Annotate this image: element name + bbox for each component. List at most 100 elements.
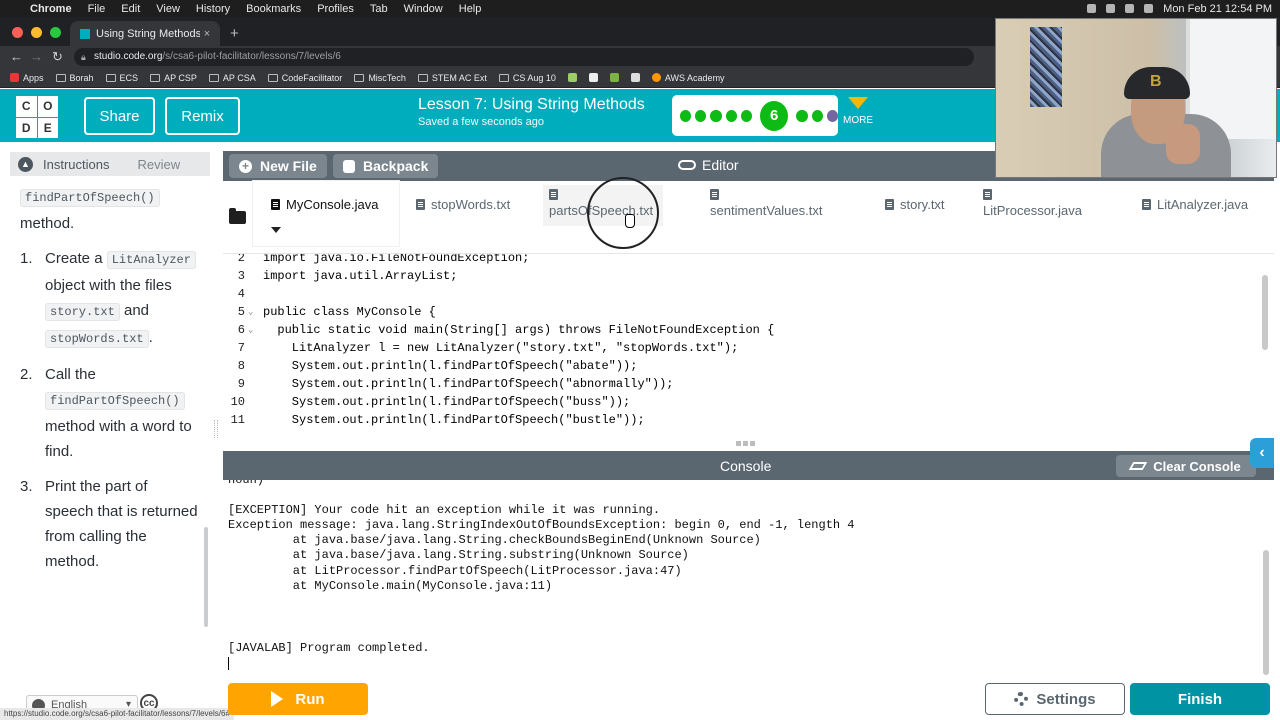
code-line[interactable]: 9 System.out.println(l.findPartOfSpeech(…: [223, 375, 1269, 393]
fold-icon[interactable]: ⌄: [248, 321, 253, 339]
menu-view[interactable]: View: [156, 3, 180, 15]
bookmark-grid[interactable]: [588, 73, 598, 82]
code-line[interactable]: 6 ⌄ public static void main(String[] args…: [223, 321, 1269, 339]
level-dot-7[interactable]: [796, 109, 808, 122]
line-number: 9: [237, 377, 245, 391]
bookmark-label: AP CSP: [164, 72, 197, 83]
share-button[interactable]: Share: [84, 97, 155, 135]
current-level[interactable]: 6: [760, 100, 789, 131]
file-tab-story[interactable]: story.txt: [885, 197, 945, 212]
collapse-icon[interactable]: ▲: [18, 156, 33, 172]
code-line[interactable]: 11 System.out.println(l.findPartOfSpeech…: [223, 411, 1269, 429]
level-dot-1[interactable]: [680, 109, 692, 122]
bookmark-ap-csa[interactable]: AP CSA: [208, 73, 256, 83]
menu-window[interactable]: Window: [404, 3, 443, 15]
search-icon[interactable]: [1144, 4, 1154, 13]
link-icon: [678, 160, 696, 170]
menu-file[interactable]: File: [88, 3, 106, 15]
close-tab-icon[interactable]: ×: [200, 28, 214, 40]
code-logo[interactable]: C O D E: [16, 96, 58, 138]
bookmark-stem-ac-ext[interactable]: STEM AC Ext: [417, 73, 487, 83]
menu-profiles[interactable]: Profiles: [317, 3, 354, 15]
code-line[interactable]: 8 System.out.println(l.findPartOfSpeech(…: [223, 357, 1269, 375]
close-window-icon[interactable]: [12, 27, 23, 38]
wifi-icon[interactable]: [1106, 4, 1116, 13]
code-line[interactable]: 3 import java.util.ArrayList;: [223, 267, 1269, 285]
more-button[interactable]: MORE: [843, 95, 873, 126]
browser-tab[interactable]: Using String Methods #6 | Exp ×: [70, 21, 220, 46]
code-line[interactable]: 4: [223, 285, 1269, 303]
instructions-scrollbar[interactable]: [204, 527, 208, 627]
step-text: Print the part of speech that is returne…: [45, 478, 198, 570]
code-editor[interactable]: 2 import java.io.FileNotFoundException; 3…: [223, 254, 1269, 438]
level-dot-3[interactable]: [710, 109, 722, 122]
eraser-icon: [1128, 462, 1148, 470]
backpack-button[interactable]: Backpack: [333, 154, 439, 178]
forward-icon[interactable]: →: [30, 49, 43, 64]
remix-button[interactable]: Remix: [165, 97, 240, 135]
bookmark-apps[interactable]: Apps: [10, 73, 44, 83]
code-line[interactable]: 5 ⌄ public class MyConsole {: [223, 303, 1269, 321]
level-dot-2[interactable]: [695, 109, 707, 122]
chevron-down-icon[interactable]: [271, 227, 281, 233]
bookmark-ap-csp[interactable]: AP CSP: [150, 73, 197, 83]
bookmark-aws-academy[interactable]: AWS Academy: [651, 73, 725, 83]
panel-resize-handle[interactable]: [214, 420, 218, 438]
file-tab-litprocessor[interactable]: LitProcessor.java: [983, 189, 1082, 218]
editor-resize-handle[interactable]: [736, 441, 756, 446]
zoom-window-icon[interactable]: [50, 27, 61, 38]
file-tab-sentimentvalues[interactable]: sentimentValues.txt: [710, 189, 822, 218]
menu-app[interactable]: Chrome: [30, 3, 72, 15]
record-icon[interactable]: [1087, 4, 1097, 13]
back-icon[interactable]: ←: [10, 49, 23, 64]
chevron-left-icon[interactable]: ‹: [1250, 438, 1274, 468]
code-line[interactable]: 7 LitAnalyzer l = new LitAnalyzer("story…: [223, 339, 1269, 357]
finish-button[interactable]: Finish: [1130, 683, 1270, 715]
folder-icon[interactable]: [229, 208, 246, 224]
reload-icon[interactable]: ↻: [52, 49, 63, 65]
line-number: 3: [237, 269, 245, 283]
code-line[interactable]: 2 import java.io.FileNotFoundException;: [223, 254, 1269, 267]
bookmark-image[interactable]: [567, 73, 577, 82]
menu-bookmarks[interactable]: Bookmarks: [246, 3, 301, 15]
bookmark-ecs[interactable]: ECS: [105, 73, 138, 83]
code-line[interactable]: 10 System.out.println(l.findPartOfSpeech…: [223, 393, 1269, 411]
bookmark-codefacilitator[interactable]: CodeFacilitator: [267, 73, 342, 83]
console-output[interactable]: noun) [EXCEPTION] Your code hit an excep…: [223, 480, 1263, 672]
bookmark-doc[interactable]: [630, 73, 640, 82]
bookmark-misctech[interactable]: MiscTech: [354, 73, 406, 83]
new-tab-icon[interactable]: +: [230, 25, 239, 42]
code-text: import java.io.FileNotFoundException;: [263, 254, 530, 265]
code-text: System.out.println(l.findPartOfSpeech("b…: [263, 413, 645, 427]
level-dot-4[interactable]: [725, 109, 737, 122]
settings-button[interactable]: Settings: [985, 683, 1125, 715]
minimize-window-icon[interactable]: [31, 27, 42, 38]
volume-icon[interactable]: [1125, 4, 1135, 13]
code-text: LitAnalyzer l = new LitAnalyzer("story.t…: [263, 341, 739, 355]
run-button[interactable]: Run: [228, 683, 368, 715]
tab-instructions[interactable]: Instructions: [43, 157, 109, 172]
new-file-button[interactable]: + New File: [229, 154, 327, 178]
menu-help[interactable]: Help: [459, 3, 482, 15]
clock[interactable]: Mon Feb 21 12:54 PM: [1163, 3, 1272, 15]
file-tab-stopwords[interactable]: stopWords.txt: [416, 197, 510, 212]
tab-review[interactable]: Review: [137, 157, 180, 172]
clear-console-button[interactable]: Clear Console: [1116, 455, 1256, 477]
bookmark-c[interactable]: [609, 73, 619, 82]
file-tab-litanalyzer[interactable]: LitAnalyzer.java: [1142, 197, 1248, 212]
bookmark-borah[interactable]: Borah: [55, 73, 94, 83]
level-dot-5[interactable]: [740, 109, 753, 122]
file-tab-myconsole[interactable]: MyConsole.java: [271, 197, 379, 212]
menu-tab[interactable]: Tab: [370, 3, 388, 15]
menu-history[interactable]: History: [196, 3, 230, 15]
level-dot-9[interactable]: [826, 109, 838, 122]
editor-scrollbar[interactable]: [1262, 275, 1268, 350]
url-field[interactable]: 🔒︎ studio.code.org/s/csa6-pilot-facilita…: [74, 48, 974, 66]
menu-edit[interactable]: Edit: [121, 3, 140, 15]
console-scrollbar[interactable]: [1263, 550, 1269, 675]
step-text: object with the files: [45, 277, 172, 294]
level-dot-8[interactable]: [811, 109, 823, 122]
console-line: at LitProcessor.findPartOfSpeech(LitProc…: [228, 564, 682, 578]
fold-icon[interactable]: ⌄: [248, 303, 253, 321]
bookmark-cs-aug-10[interactable]: CS Aug 10: [498, 73, 556, 83]
